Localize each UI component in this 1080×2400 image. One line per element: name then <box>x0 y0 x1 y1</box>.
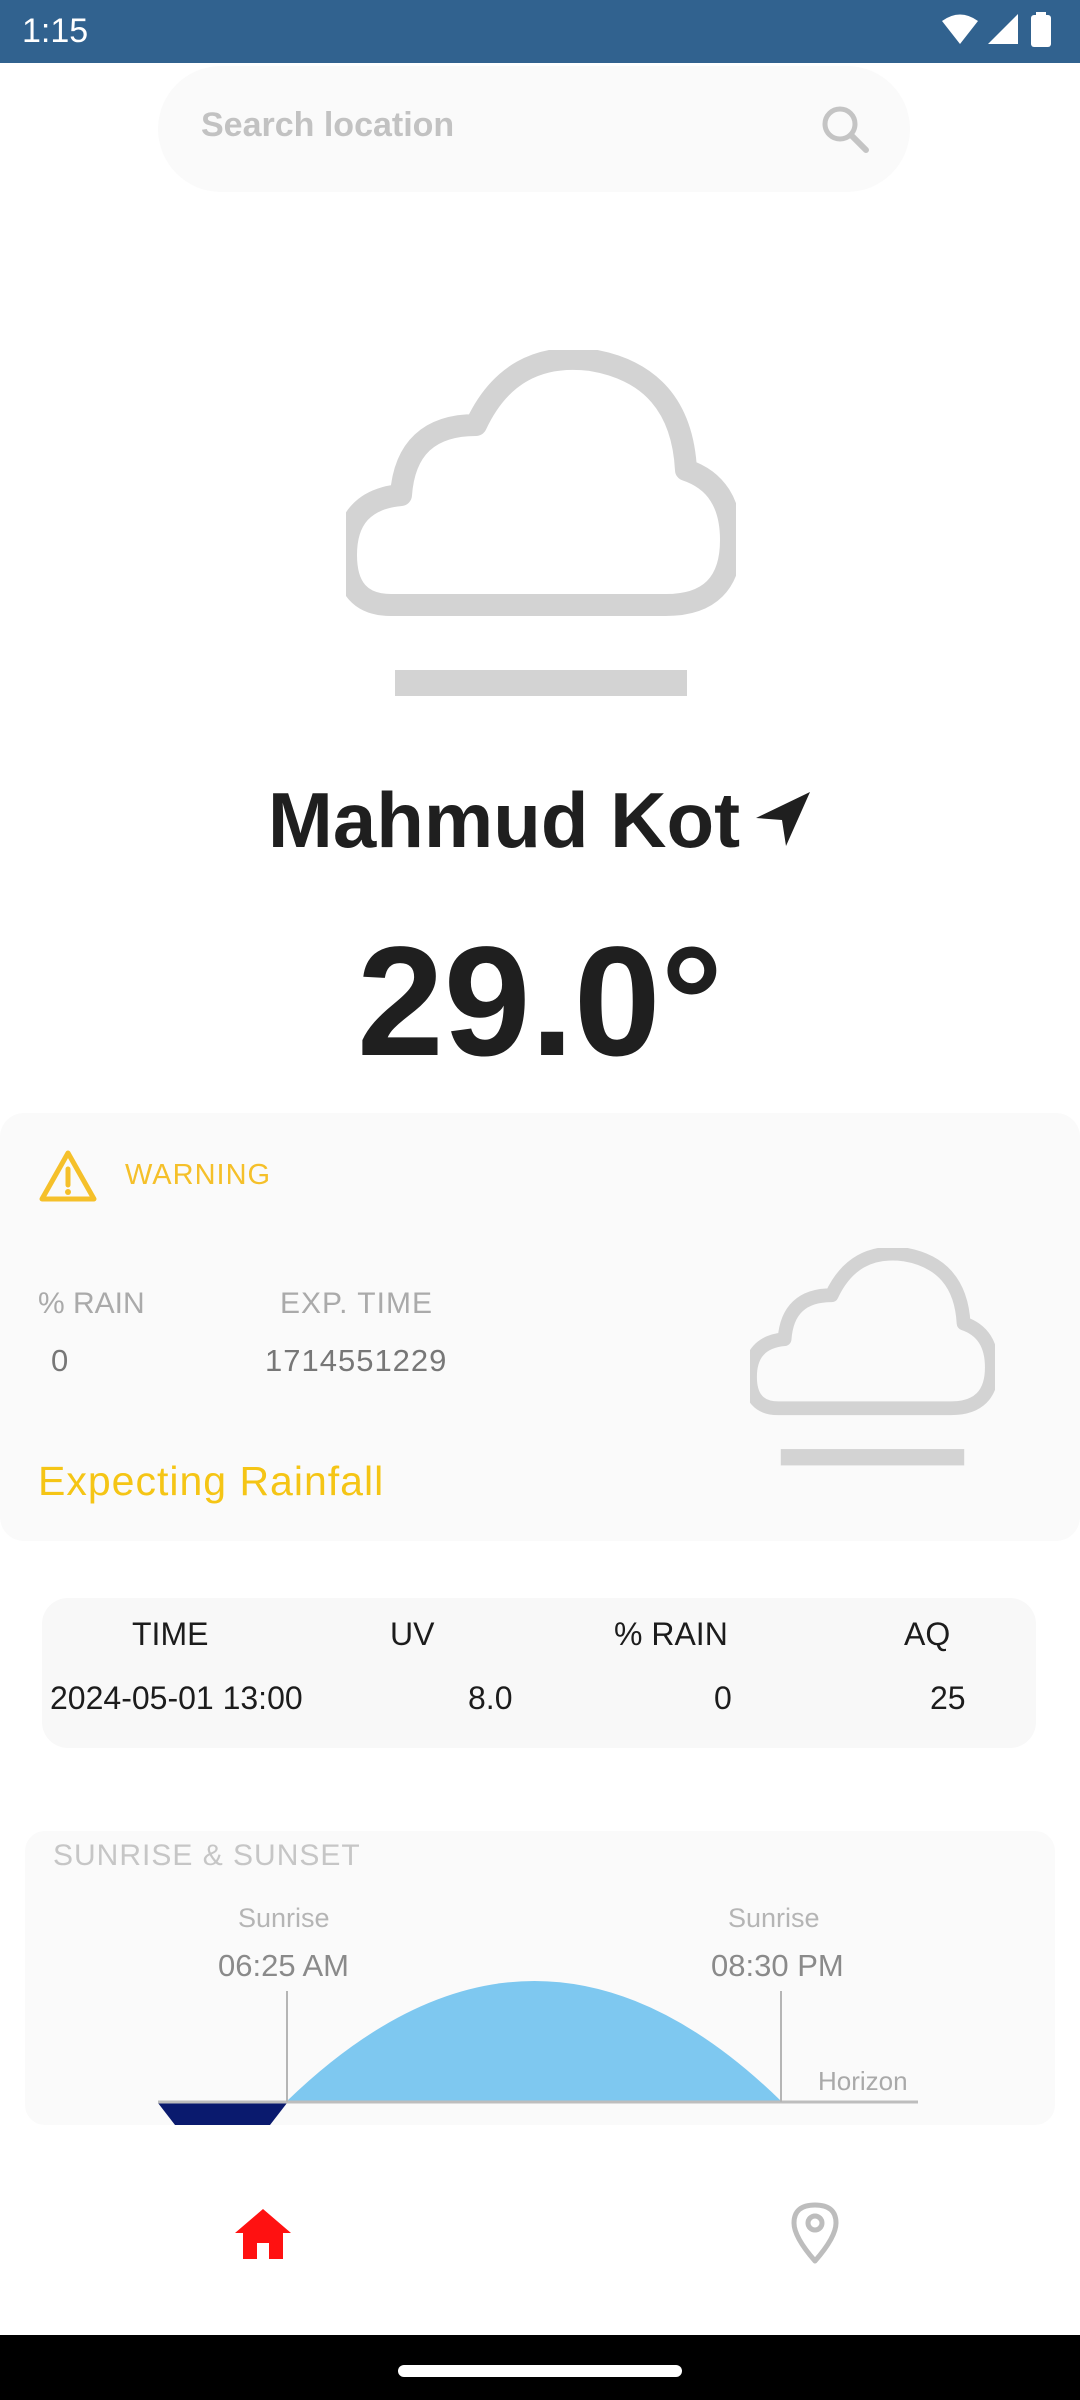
search-input[interactable]: Search location <box>158 66 910 192</box>
exp-time-value: 1714551229 <box>265 1343 448 1378</box>
home-gesture-handle[interactable] <box>398 2365 682 2377</box>
sunset-label: Sunrise <box>728 1903 820 1933</box>
bottom-navigation <box>0 2125 1080 2335</box>
current-temperature: 29.0° <box>356 915 723 1089</box>
sunrise-label: Sunrise <box>238 1903 330 1933</box>
search-placeholder: Search location <box>201 106 455 144</box>
location-pin-icon[interactable] <box>790 2201 840 2265</box>
exp-time-label: EXP. TIME <box>280 1287 433 1320</box>
table-cell: 25 <box>930 1680 966 1716</box>
table-cell: 2024-05-01 13:00 <box>50 1680 303 1716</box>
sunset-time: 08:30 PM <box>711 1948 844 1983</box>
table-header: UV <box>390 1616 435 1652</box>
navigation-arrow-icon[interactable] <box>754 790 812 848</box>
day-arc <box>287 1981 781 2101</box>
forecast-table: TIME UV % RAIN AQ 2024-05-01 13:00 8.0 0… <box>42 1598 1036 1748</box>
table-header: AQ <box>904 1616 951 1652</box>
warning-triangle-icon <box>39 1150 97 1202</box>
wifi-icon <box>942 14 978 44</box>
sun-card-title: SUNRISE & SUNSET <box>53 1839 361 1872</box>
horizon-label: Horizon <box>818 2066 908 2096</box>
table-header: % RAIN <box>614 1616 728 1652</box>
location-row: Mahmud Kot <box>0 775 1080 866</box>
cloud-fog-icon <box>346 350 736 696</box>
rain-label: % RAIN <box>38 1287 145 1320</box>
sunrise-time: 06:25 AM <box>218 1948 349 1983</box>
night-arc <box>158 2103 287 2125</box>
home-icon[interactable] <box>233 2205 293 2261</box>
sunrise-sunset-card: SUNRISE & SUNSET Sunrise 06:25 AM Sunris… <box>25 1831 1055 2125</box>
status-time: 1:15 <box>22 12 89 50</box>
signal-icon <box>988 14 1018 44</box>
city-name: Mahmud Kot <box>267 776 741 864</box>
table-cell: 0 <box>714 1680 732 1716</box>
warning-message: Expecting Rainfall <box>38 1458 385 1504</box>
battery-icon <box>1031 12 1051 47</box>
status-bar: 1:15 <box>0 0 1080 63</box>
system-gesture-bar <box>0 2335 1080 2400</box>
table-header: TIME <box>132 1616 209 1652</box>
search-icon[interactable] <box>820 104 870 154</box>
table-cell: 8.0 <box>468 1680 513 1716</box>
warning-title: WARNING <box>125 1159 272 1191</box>
warning-card: WARNING % RAIN 0 EXP. TIME 1714551229 Ex… <box>0 1113 1080 1541</box>
rain-value: 0 <box>51 1343 69 1378</box>
cloud-fog-icon <box>750 1248 995 1466</box>
